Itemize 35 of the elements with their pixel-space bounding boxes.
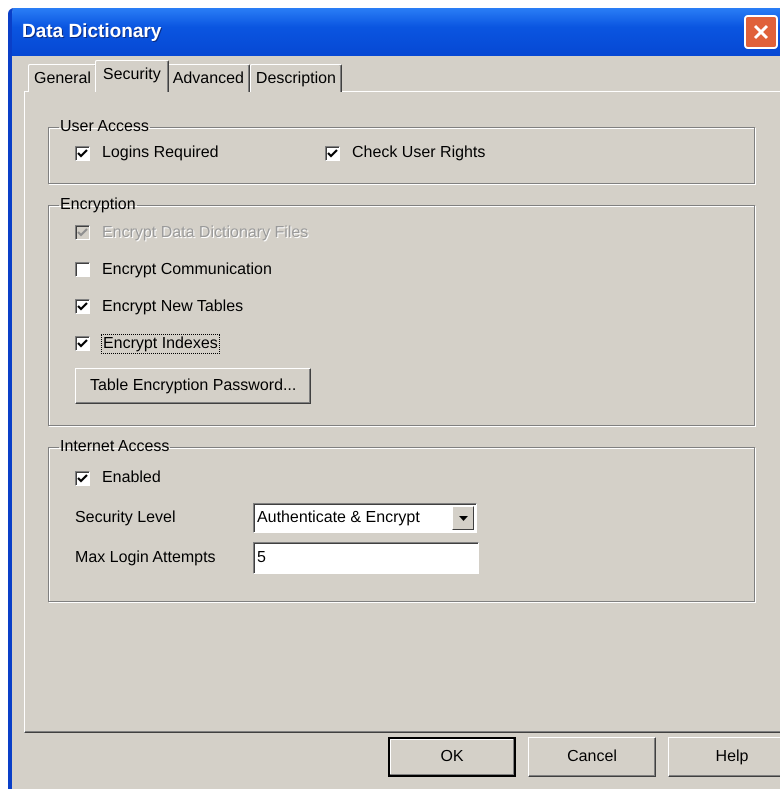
- checkbox-box[interactable]: [75, 336, 90, 351]
- tab[interactable]: Description: [250, 64, 342, 92]
- checkbox-box[interactable]: [75, 299, 90, 314]
- checkmark-icon: [327, 148, 338, 158]
- checkbox[interactable]: Enabled: [75, 458, 754, 498]
- checkbox[interactable]: Check User Rights: [325, 144, 486, 162]
- dialog-button[interactable]: Help: [668, 737, 780, 777]
- checkmark-icon: [77, 338, 88, 349]
- checkbox-box[interactable]: [75, 146, 90, 160]
- group-title: Internet Access: [59, 438, 170, 456]
- tab[interactable]: Advanced: [166, 64, 250, 92]
- checkmark-icon: [77, 472, 88, 484]
- close-button[interactable]: [744, 15, 778, 49]
- password-button[interactable]: Table Encryption Password...: [75, 368, 312, 404]
- field-label: Security Level: [75, 509, 176, 527]
- checkmark-icon: [77, 301, 88, 312]
- window-title: Data Dictionary: [22, 21, 162, 43]
- group-title: User Access: [59, 118, 150, 136]
- checkbox[interactable]: Encrypt Indexes: [75, 325, 754, 362]
- checkbox-box[interactable]: [75, 262, 90, 277]
- security-level-dropdown[interactable]: Authenticate & Encrypt: [253, 503, 477, 533]
- input-field[interactable]: 5: [253, 542, 479, 574]
- checkbox[interactable]: Encrypt Communication: [75, 251, 754, 288]
- checkbox-box[interactable]: [75, 470, 90, 486]
- field-label: Max Login Attempts: [75, 549, 217, 567]
- checkbox[interactable]: Logins Required: [75, 144, 325, 162]
- dialog-button[interactable]: OK: [388, 737, 516, 777]
- checkbox-box[interactable]: [325, 146, 340, 160]
- group-title: Encryption: [59, 196, 137, 214]
- tab[interactable]: General: [28, 64, 97, 92]
- checkmark-icon: [77, 148, 88, 158]
- checkbox[interactable]: Encrypt New Tables: [75, 288, 754, 325]
- checkmark-icon: [77, 227, 88, 238]
- tab[interactable]: Security: [94, 60, 169, 92]
- dialog-button[interactable]: Cancel: [528, 737, 656, 777]
